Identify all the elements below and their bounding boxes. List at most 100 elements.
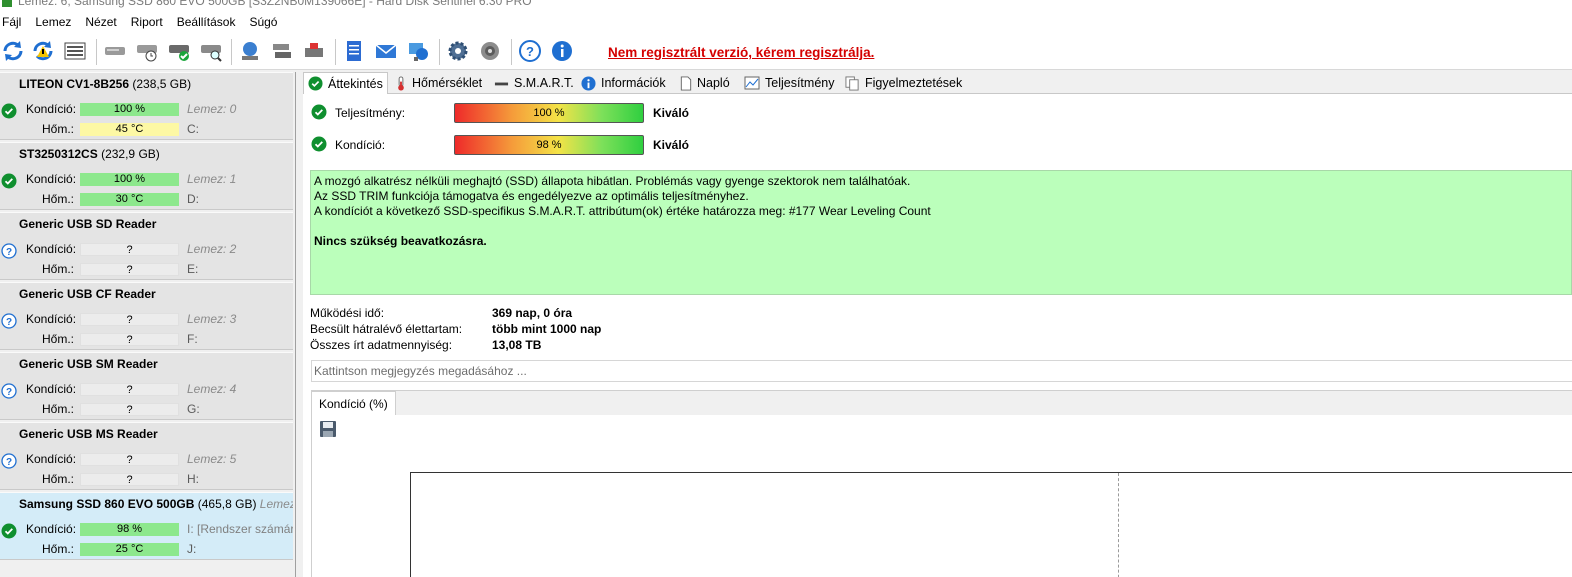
disk-name: ST3250312CS (232,9 GB) (19, 147, 160, 161)
details-pane: Áttekintés Hőmérséklet S.M.A.R.T. Inform… (303, 72, 1572, 577)
condition-label: Kondíció: (26, 172, 77, 186)
disk-list-panel: LITEON CV1-8B256 (238,5 GB) Kondíció: 10… (0, 72, 296, 577)
chart-tab-condition[interactable]: Kondíció (%) (311, 391, 396, 415)
condition-bar: ? (80, 383, 179, 396)
toolbar-separator (96, 39, 97, 65)
check-circle-icon (311, 104, 327, 123)
status-ok-icon (1, 523, 17, 539)
title-bar: Lemez: 6, Samsung SSD 860 EVO 500GB [S3Z… (0, 0, 1572, 10)
disk-export-icon[interactable] (301, 38, 327, 64)
tab-label: S.M.A.R.T. (514, 76, 574, 90)
svg-text:?: ? (6, 387, 12, 398)
condition-bar: 98 % (454, 135, 644, 155)
drive-letter: E: (187, 262, 199, 276)
temperature-label: Hőm.: (42, 402, 75, 416)
temperature-label: Hőm.: (42, 472, 75, 486)
svg-text:?: ? (6, 457, 12, 468)
disk-index: Lemez: 2 (187, 242, 237, 256)
check-circle-icon (308, 76, 323, 91)
drive-letter: F: (187, 332, 198, 346)
temperature-bar: 45 °C (80, 123, 179, 136)
status-ok-icon (1, 103, 17, 119)
tab-smart[interactable]: S.M.A.R.T. (490, 72, 578, 94)
disk-index: Lemez: 1 (187, 172, 237, 186)
refresh-warning-icon[interactable] (30, 38, 56, 64)
tab-temperature[interactable]: Hőmérséklet (391, 72, 486, 94)
condition-bar: ? (80, 313, 179, 326)
sound-icon[interactable] (477, 38, 503, 64)
stat-value: 13,08 TB (492, 338, 542, 352)
tab-log[interactable]: Napló (676, 72, 734, 94)
status-message-strong: Nincs szükség beavatkozásra. (314, 234, 487, 248)
stat-value: 369 nap, 0 óra (492, 306, 573, 320)
temperature-bar: ? (80, 263, 179, 276)
tab-label: Figyelmeztetések (865, 76, 963, 90)
temperature-label: Hőm.: (42, 192, 75, 206)
gear-icon[interactable] (445, 38, 471, 64)
stat-row: Becsült hátralévő élettartam: több mint … (310, 322, 910, 338)
status-unknown-icon: ? (1, 383, 17, 399)
menu-disk[interactable]: Lemez (33, 15, 79, 29)
menu-view[interactable]: Nézet (83, 15, 124, 29)
condition-chart-panel: Kondíció (%) (311, 390, 1572, 577)
disk-search-icon[interactable] (198, 38, 224, 64)
temperature-bar: ? (80, 473, 179, 486)
disk-item[interactable]: Generic USB MS Reader ? Kondíció: ? Leme… (0, 422, 293, 490)
help-icon[interactable]: ? (517, 38, 543, 64)
refresh-icon[interactable] (0, 38, 26, 64)
registration-warning-link[interactable]: Nem regisztrált verzió, kérem regisztrál… (608, 45, 874, 60)
toolbar-separator (439, 39, 440, 65)
drive-letter: H: (187, 472, 199, 486)
tab-label: Áttekintés (328, 76, 383, 91)
disk-name: Generic USB MS Reader (19, 427, 158, 441)
temperature-bar: 30 °C (80, 193, 179, 206)
tab-label: Napló (697, 76, 730, 90)
drive-letter: G: (187, 402, 200, 416)
performance-bar: 100 % (454, 103, 644, 123)
menu-report[interactable]: Riport (129, 15, 171, 29)
disk-item[interactable]: LITEON CV1-8B256 (238,5 GB) Kondíció: 10… (0, 72, 293, 140)
menu-help[interactable]: Súgó (247, 15, 285, 29)
drive-letter: D: (187, 192, 199, 206)
note-input[interactable] (311, 360, 1572, 382)
status-message: A mozgó alkatrész nélküli meghajtó (SSD)… (314, 174, 911, 188)
tab-performance[interactable]: Teljesítmény (740, 72, 838, 94)
temperature-label: Hőm.: (42, 542, 75, 556)
info-icon[interactable] (549, 38, 575, 64)
disk-clock-icon[interactable] (134, 38, 160, 64)
disk-list-icon[interactable] (62, 38, 88, 64)
tab-information[interactable]: Információk (577, 72, 670, 94)
disk-index: Lemez: 4 (187, 382, 237, 396)
check-circle-icon (311, 136, 327, 155)
condition-label: Kondíció: (26, 452, 77, 466)
network-disk-icon[interactable] (237, 38, 263, 64)
disk-index: Lemez: 5 (187, 452, 237, 466)
web-report-icon[interactable] (405, 38, 431, 64)
disk-index: Lemez: 0 (187, 102, 237, 116)
menu-file[interactable]: Fájl (0, 15, 29, 29)
condition-rating: Kiváló (653, 138, 690, 152)
chart-plot-area (410, 472, 1572, 577)
report-icon[interactable] (341, 38, 367, 64)
email-icon[interactable] (373, 38, 399, 64)
documents-icon (845, 75, 860, 91)
disk-item[interactable]: Generic USB SM Reader ? Kondíció: ? Leme… (0, 352, 293, 420)
tab-overview[interactable]: Áttekintés (303, 72, 388, 95)
disk-name: Samsung SSD 860 EVO 500GB (465,8 GB) Lem… (19, 497, 293, 511)
disk-item[interactable]: Generic USB SD Reader ? Kondíció: ? Leme… (0, 212, 293, 280)
condition-label: Kondíció: (26, 312, 77, 326)
status-unknown-icon: ? (1, 243, 17, 259)
disk-item-selected[interactable]: Samsung SSD 860 EVO 500GB (465,8 GB) Lem… (0, 492, 293, 560)
save-icon[interactable] (318, 419, 338, 439)
condition-label: Kondíció: (335, 138, 386, 152)
tab-label: Információk (601, 76, 666, 90)
disk-item[interactable]: ST3250312CS (232,9 GB) Kondíció: 100 % L… (0, 142, 293, 210)
disk-name: Generic USB SD Reader (19, 217, 157, 231)
drive-letter: J: (187, 542, 197, 556)
disk-icon[interactable] (102, 38, 128, 64)
disk-item[interactable]: Generic USB CF Reader ? Kondíció: ? Leme… (0, 282, 293, 350)
tab-alerts[interactable]: Figyelmeztetések (841, 72, 966, 94)
disk-check-icon[interactable] (166, 38, 192, 64)
disk-stack-icon[interactable] (269, 38, 295, 64)
menu-settings[interactable]: Beállítások (175, 15, 244, 29)
